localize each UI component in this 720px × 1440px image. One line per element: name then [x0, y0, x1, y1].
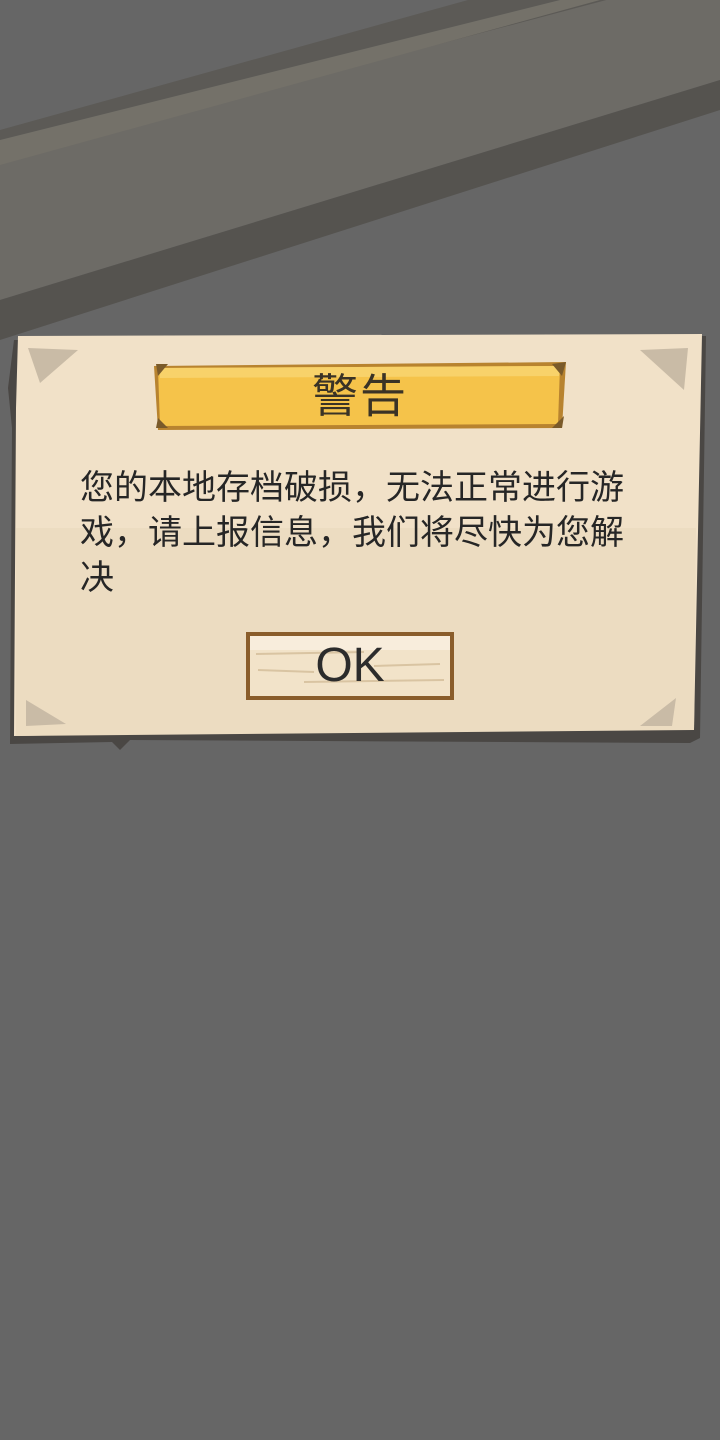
ok-button[interactable]: OK — [244, 630, 456, 702]
title-banner: 警告 — [150, 360, 570, 432]
warning-dialog: 警告 您的本地存档破损，无法正常进行游戏，请上报信息，我们将尽快为您解决 OK — [0, 328, 720, 758]
dialog-message: 您的本地存档破损，无法正常进行游戏，请上报信息，我们将尽快为您解决 — [80, 468, 624, 598]
ok-button-label: OK — [315, 639, 385, 692]
dialog-title: 警告 — [312, 369, 408, 423]
